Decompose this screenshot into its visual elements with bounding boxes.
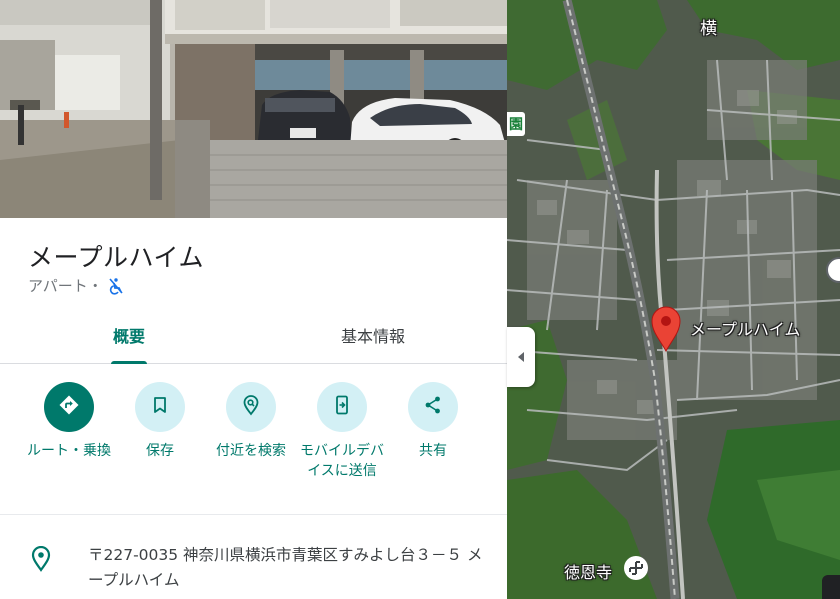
tab-basic-info-label: 基本情報 [340,327,405,346]
share-button-circle [408,382,458,432]
temple-icon[interactable] [624,556,648,580]
send-to-phone-button[interactable]: モバイルデバイスに送信 [297,382,387,481]
address-row[interactable]: 〒227-0035 神奈川県横浜市青葉区すみよし台３－５ メープルハイム [0,540,507,599]
action-bar: ルート・乗換 保存 付近を検索 モバイルデバイスに送信 共有 [0,382,507,502]
place-photo[interactable] [0,0,507,218]
directions-button[interactable]: ルート・乗換 [24,382,114,461]
location-pin-icon [31,545,51,576]
place-category: アパート・ [28,275,125,296]
chevron-left-icon [516,348,526,367]
bookmark-icon [149,394,171,420]
tab-overview-label: 概要 [112,327,145,346]
share-button[interactable]: 共有 [388,382,478,461]
nearby-search-label: 付近を検索 [216,443,286,459]
nearby-search-icon [239,393,263,421]
map-imagery [507,0,840,599]
send-to-phone-icon [331,394,353,420]
section-divider [0,514,507,515]
address-text: 〒227-0035 神奈川県横浜市青葉区すみよし台３－５ メープルハイム [88,546,483,589]
map-label-top-right: 横 [700,19,717,39]
directions-button-circle [44,382,94,432]
share-icon [422,394,444,420]
tab-basic-info[interactable]: 基本情報 [280,306,466,364]
tab-selected-indicator [111,361,147,364]
directions-label: ルート・乗換 [27,443,111,459]
street-view-image [0,0,507,218]
map-settings-button[interactable] [822,575,840,599]
map-pin-label[interactable]: メープルハイム [690,316,800,340]
save-button[interactable]: 保存 [115,382,205,461]
place-title: メープルハイム [28,243,205,272]
place-category-label: アパート・ [28,277,103,295]
satellite-map[interactable]: 横 [507,0,840,599]
share-label: 共有 [419,443,447,459]
place-panel: メープルハイム アパート・ 概要 基本情報 ルート・乗換 保存 付近を検索 モバ… [0,0,507,599]
tab-overview[interactable]: 概要 [40,306,218,364]
wheelchair-inaccessible-icon [107,277,125,295]
map-temple-label[interactable]: 徳恩寺 [564,559,612,583]
send-to-phone-label: モバイルデバイスに送信 [300,443,384,479]
map-place-pin-icon[interactable] [648,305,684,353]
save-label: 保存 [146,443,174,459]
nearby-search-button[interactable]: 付近を検索 [206,382,296,461]
save-button-circle [135,382,185,432]
collapse-panel-button[interactable] [507,327,535,387]
nearby-search-button-circle [226,382,276,432]
tab-bar: 概要 基本情報 [0,306,507,364]
directions-icon [57,393,81,421]
send-to-phone-button-circle [317,382,367,432]
map-poi-edge-left[interactable]: 園 [507,112,525,136]
